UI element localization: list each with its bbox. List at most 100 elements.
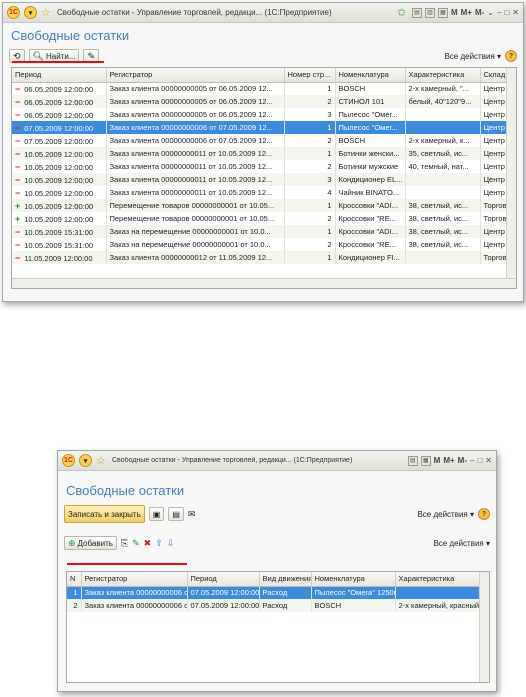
registrar-cell: Заказ на перемещение 00000000001 от 10.0… (106, 238, 285, 251)
all-actions-menu[interactable]: Все действия ▾ (444, 52, 501, 61)
form-command-bar: Записать и закрыть ▣ ▤ ✉ Все действия ▾ … (58, 502, 496, 526)
period-cell: +10.05.2009 12:00:00 (12, 199, 107, 212)
period-cell: −10.05.2009 12:00:00 (12, 147, 107, 160)
column-header[interactable]: Регистратор (81, 572, 188, 587)
table-row[interactable]: −07.05.2009 12:00:00 Заказ клиента 000000… (12, 121, 516, 134)
nomenclature-cell: Кондиционер EL... (335, 173, 406, 186)
table-row[interactable]: 1 Заказ клиента 00000000006 о... 07.05.200… (67, 586, 489, 599)
minimize-icon[interactable]: – (470, 456, 474, 465)
line-number-cell: 2 (284, 95, 336, 108)
table-row[interactable]: −10.05.2009 15:31:00 Заказ на перемещение… (12, 225, 516, 238)
characteristic-cell: 35, светлый, ис... (405, 147, 481, 160)
period-cell: +10.05.2009 12:00:00 (12, 212, 107, 225)
column-header[interactable]: Вид движения (259, 572, 312, 587)
save-icon[interactable]: ▣ (148, 507, 165, 521)
line-number-cell: 2 (284, 212, 336, 225)
column-header[interactable]: N (67, 572, 82, 587)
history-icon[interactable]: ▤ (411, 7, 422, 18)
table-row[interactable]: +10.05.2009 12:00:00 Перемещение товаров … (12, 199, 516, 212)
table-row[interactable]: −10.05.2009 12:00:00 Заказ клиента 000000… (12, 160, 516, 173)
vertical-scrollbar[interactable] (479, 572, 489, 682)
nomenclature-cell: Кроссовки "ADI... (335, 225, 406, 238)
help-icon[interactable]: ? (505, 50, 517, 62)
characteristic-cell: 38, светлый, ис... (405, 225, 481, 238)
memory-m-icon[interactable]: M (451, 8, 458, 17)
1c-logo-icon[interactable]: 1C (7, 6, 20, 19)
close-icon[interactable]: ✕ (485, 456, 492, 465)
registrar-cell: Заказ клиента 00000000011 от 10.05.2009 … (106, 186, 285, 199)
move-up-icon[interactable]: ⇧ (155, 538, 163, 549)
menu-arrow-icon[interactable]: ▾ (79, 454, 92, 467)
memory-mminus-icon[interactable]: M- (458, 456, 467, 465)
period-cell: 07.05.2009 12:00:00 (187, 599, 260, 612)
memory-mplus-icon[interactable]: M+ (443, 456, 454, 465)
table-row[interactable]: −06.05.2009 12:00:00 Заказ клиента 000000… (12, 82, 516, 95)
table-row[interactable]: −06.05.2009 12:00:00 Заказ клиента 000000… (12, 108, 516, 121)
1c-logo-icon[interactable]: 1C (62, 454, 75, 467)
add-label: Добавить (77, 538, 113, 548)
column-header[interactable]: Регистратор (106, 68, 285, 83)
dropdown-icon[interactable]: ⌄ (487, 8, 494, 17)
table-row[interactable]: −10.05.2009 12:00:00 Заказ клиента 000000… (12, 147, 516, 160)
column-header[interactable]: Характеристика (395, 572, 489, 587)
maximize-icon[interactable]: □ (504, 8, 509, 17)
favorite-add-icon[interactable]: ✩ (397, 6, 409, 19)
memory-mplus-icon[interactable]: M+ (461, 8, 472, 17)
calendar-icon[interactable]: ▦ (437, 7, 448, 18)
memory-mminus-icon[interactable]: M- (475, 8, 484, 17)
table-row[interactable]: −07.05.2009 12:00:00 Заказ клиента 000000… (12, 134, 516, 147)
copy-icon[interactable]: ⎘ (121, 538, 128, 549)
table-row[interactable]: −11.05.2009 12:00:00 Заказ клиента 000000… (12, 251, 516, 264)
maximize-icon[interactable]: □ (477, 456, 482, 465)
link-icon[interactable]: ✉ (188, 509, 196, 520)
registrar-cell: Заказ клиента 00000000005 от 06.05.2009 … (106, 108, 285, 121)
nomenclature-cell: Чайник BINATO... (335, 186, 406, 199)
save-and-close-button[interactable]: Записать и закрыть (64, 505, 145, 523)
all-actions-menu[interactable]: Все действия ▾ (417, 510, 474, 519)
column-header[interactable]: Период (12, 68, 107, 83)
page-title: Свободные остатки (66, 483, 185, 498)
nomenclature-cell: СТИНОЛ 101 (335, 95, 406, 108)
calendar-icon[interactable]: ▦ (420, 455, 431, 466)
column-header[interactable]: Период (187, 572, 260, 587)
add-button[interactable]: ⊕ Добавить (64, 536, 117, 550)
column-header[interactable]: Номенклатура (335, 68, 406, 83)
characteristic-cell: 2-х камерный, "... (405, 82, 481, 95)
characteristic-cell: 40, темный, нат... (405, 160, 481, 173)
minimize-icon[interactable]: – (497, 8, 501, 17)
table-row[interactable]: −10.05.2009 12:00:00 Заказ клиента 000000… (12, 186, 516, 199)
characteristic-cell: 2-х камерный, красный, серт (395, 599, 489, 612)
close-icon[interactable]: ✕ (512, 8, 519, 17)
table-row[interactable]: −06.05.2009 12:00:00 Заказ клиента 000000… (12, 95, 516, 108)
window-title: Свободные остатки - Управление торговлей… (57, 8, 332, 17)
minus-icon: − (15, 96, 21, 107)
vertical-scrollbar[interactable] (506, 68, 516, 288)
horizontal-scrollbar[interactable] (12, 278, 516, 288)
highlight-underline (12, 61, 104, 63)
column-header[interactable]: Номер стр... (284, 68, 336, 83)
table-row[interactable]: −10.05.2009 12:00:00 Заказ клиента 000000… (12, 173, 516, 186)
plus-icon: + (15, 213, 21, 224)
favorite-star-icon[interactable]: ☆ (96, 454, 108, 467)
column-header[interactable]: Характеристика (405, 68, 481, 83)
menu-arrow-icon[interactable]: ▾ (24, 6, 37, 19)
period-cell: −10.05.2009 12:00:00 (12, 173, 107, 186)
move-down-icon[interactable]: ⇩ (167, 538, 175, 549)
help-icon[interactable]: ? (478, 508, 490, 520)
memory-m-icon[interactable]: M (434, 456, 441, 465)
characteristic-cell (405, 251, 481, 264)
all-actions-menu-table[interactable]: Все действия ▾ (433, 539, 490, 548)
registrar-cell: Заказ клиента 00000000012 от 11.05.2009 … (106, 251, 285, 264)
favorite-star-icon[interactable]: ☆ (41, 6, 53, 19)
edit-icon[interactable]: ✎ (132, 538, 140, 549)
table-row[interactable]: 2 Заказ клиента 00000000006 о... 07.05.200… (67, 599, 489, 612)
column-header[interactable]: Номенклатура (311, 572, 396, 587)
line-number-cell: 3 (284, 173, 336, 186)
registrar-cell: Заказ клиента 00000000005 от 06.05.2009 … (106, 82, 285, 95)
delete-icon[interactable]: ✖ (144, 538, 152, 549)
post-icon[interactable]: ▤ (168, 507, 184, 521)
print-icon[interactable]: ▥ (424, 7, 435, 18)
table-row[interactable]: −10.05.2009 15:31:00 Заказ на перемещение… (12, 238, 516, 251)
history-icon[interactable]: ▤ (407, 455, 418, 466)
table-row[interactable]: +10.05.2009 12:00:00 Перемещение товаров … (12, 212, 516, 225)
